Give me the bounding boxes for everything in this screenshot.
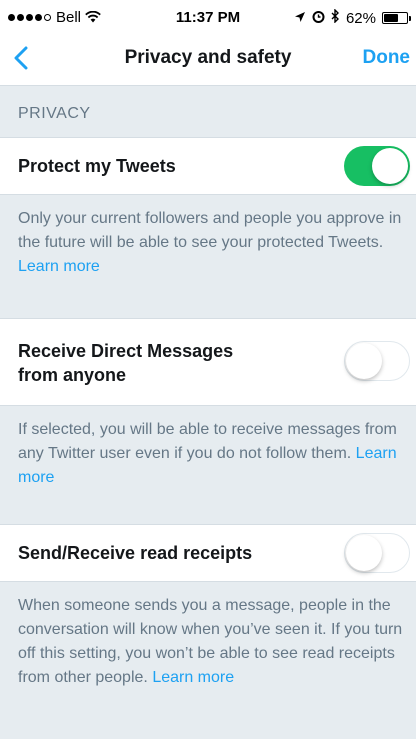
battery-percent: 62%	[345, 9, 376, 27]
setting-label-line2: from anyone	[18, 365, 127, 385]
receive-dms-toggle[interactable]	[344, 341, 410, 381]
status-bar: Bell 11:37 PM 62%	[0, 0, 416, 34]
section-header-label: PRIVACY	[18, 105, 91, 122]
setting-row-read-receipts: Send/Receive read receipts	[0, 524, 416, 582]
learn-more-link[interactable]: Learn more	[152, 669, 234, 686]
page-title: Privacy and safety	[124, 47, 292, 68]
bluetooth-icon	[331, 8, 340, 27]
alarm-icon	[312, 10, 325, 27]
done-button[interactable]: Done	[363, 47, 411, 69]
setting-description: If selected, you will be able to receive…	[18, 418, 410, 490]
learn-more-link[interactable]: Learn more	[18, 258, 100, 275]
toggle-knob	[346, 343, 382, 379]
description-text: Only your current followers and people y…	[18, 210, 402, 251]
toggle-knob	[372, 148, 408, 184]
setting-row-protect-tweets: Protect my Tweets	[0, 137, 416, 195]
setting-label: Protect my Tweets	[18, 156, 176, 176]
description-text: If selected, you will be able to receive…	[18, 421, 397, 462]
setting-row-receive-dms: Receive Direct Messages from anyone	[0, 318, 416, 406]
setting-label: Receive Direct Messages from anyone	[18, 339, 233, 387]
setting-description: When someone sends you a message, people…	[18, 594, 410, 690]
setting-label-line1: Receive Direct Messages	[18, 341, 234, 361]
section-header: PRIVACY	[0, 87, 416, 137]
protect-tweets-toggle[interactable]	[344, 146, 410, 186]
read-receipts-toggle[interactable]	[344, 533, 410, 573]
battery-icon	[382, 12, 411, 24]
status-indicators: 62%	[294, 8, 411, 27]
toggle-knob	[346, 535, 382, 571]
setting-label: Send/Receive read receipts	[18, 543, 253, 563]
setting-description: Only your current followers and people y…	[18, 207, 410, 279]
navigation-bar: Privacy and safety Done	[0, 34, 416, 86]
battery-level	[384, 14, 398, 22]
location-arrow-icon	[294, 10, 306, 27]
